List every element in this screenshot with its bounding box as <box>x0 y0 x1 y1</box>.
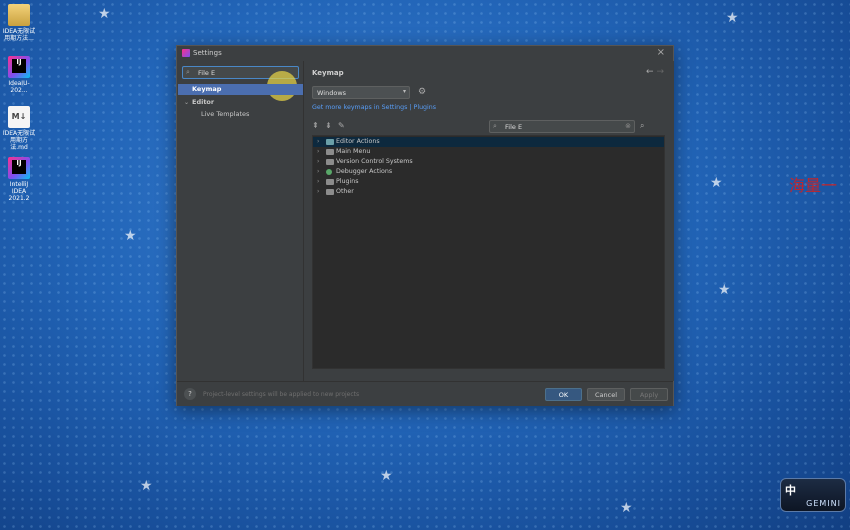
folder-icon <box>326 179 334 185</box>
tree-row-vcs[interactable]: › Version Control Systems <box>313 157 664 167</box>
get-more-keymaps-link[interactable]: Get more keymaps in Settings | Plugins <box>312 104 436 111</box>
star-decoration: ★ <box>140 478 153 494</box>
folder-icon <box>326 189 334 195</box>
intellij-logo-icon <box>182 49 190 57</box>
settings-dialog: Settings × ⌕ File E Keymap ⌄ Editor Live… <box>176 45 674 406</box>
star-decoration: ★ <box>726 10 739 26</box>
chevron-down-icon: ▾ <box>402 88 406 95</box>
sidebar-item-editor[interactable]: ⌄ Editor <box>178 97 303 108</box>
history-nav: ← → <box>646 67 664 77</box>
keymap-filter-input[interactable]: ⌕ File E ⊗ <box>489 120 635 133</box>
action-tree: › Editor Actions › Main Menu › Version C… <box>312 135 665 369</box>
tree-row-label: Plugins <box>336 178 359 185</box>
overlay-text: 海量一 <box>789 176 838 195</box>
back-arrow-icon[interactable]: ← <box>646 67 654 77</box>
chevron-right-icon[interactable]: › <box>317 147 319 157</box>
dialog-footer: ? Project-level settings will be applied… <box>177 381 673 406</box>
clear-icon[interactable]: ⊗ <box>625 122 631 130</box>
tree-row-label: Version Control Systems <box>336 158 413 165</box>
intellij-installer-icon <box>8 56 30 78</box>
tree-row-main-menu[interactable]: › Main Menu <box>313 147 664 157</box>
star-decoration: ★ <box>620 500 633 516</box>
tree-row-label: Editor Actions <box>336 138 380 145</box>
desktop-icon-idea-folder[interactable]: IDEA无限试 用期方法... <box>2 4 36 42</box>
footer-hint: Project-level settings will be applied t… <box>203 391 360 398</box>
desktop-icon-intellij[interactable]: IntelliJ IDEA 2021.2 <box>2 157 36 202</box>
apply-button[interactable]: Apply <box>630 388 668 401</box>
ime-widget[interactable]: 中 GEMINI <box>780 478 846 512</box>
desktop-icon-label: IDEA无限试 用期方法.md <box>2 130 36 151</box>
expand-all-icon[interactable]: ⇞ <box>312 121 319 130</box>
chevron-down-icon[interactable]: ⌄ <box>184 97 189 108</box>
folder-icon <box>8 4 30 26</box>
sidebar-item-live-templates[interactable]: Live Templates <box>178 109 303 120</box>
tree-row-label: Main Menu <box>336 148 371 155</box>
keymap-dropdown[interactable]: Windows ▾ <box>312 86 410 99</box>
ok-button[interactable]: OK <box>545 388 582 401</box>
chevron-right-icon[interactable]: › <box>317 177 319 187</box>
markdown-file-icon: M↓ <box>8 106 30 128</box>
find-shortcut-icon[interactable]: ⌕ <box>640 121 644 131</box>
keymap-filter-value: File E <box>505 123 523 131</box>
page-title: Keymap <box>312 69 344 77</box>
tree-row-label: Debugger Actions <box>336 168 393 175</box>
desktop-icon-markdown[interactable]: M↓ IDEA无限试 用期方法.md <box>2 106 36 151</box>
ime-mode-char: 中 <box>785 484 796 497</box>
collapse-all-icon[interactable]: ⇟ <box>325 121 332 130</box>
search-icon: ⌕ <box>493 122 497 130</box>
chevron-right-icon[interactable]: › <box>317 187 319 197</box>
folder-icon <box>326 139 334 145</box>
tree-row-debugger-actions[interactable]: › Debugger Actions <box>313 167 664 177</box>
settings-sidebar: ⌕ File E Keymap ⌄ Editor Live Templates <box>178 61 304 381</box>
gear-icon[interactable]: ⚙ <box>418 87 426 97</box>
chevron-right-icon[interactable]: › <box>317 167 319 177</box>
settings-search-value: File E <box>198 69 216 77</box>
sidebar-item-label: Editor <box>192 98 215 106</box>
desktop-icon-label: IdeaIU-202... <box>8 80 30 94</box>
tree-row-label: Other <box>336 188 354 195</box>
debug-icon <box>326 169 332 175</box>
tree-row-other[interactable]: › Other <box>313 187 664 197</box>
tree-row-editor-actions[interactable]: › Editor Actions <box>313 137 664 147</box>
star-decoration: ★ <box>380 468 393 484</box>
edit-shortcut-icon[interactable]: ✎ <box>338 121 345 130</box>
keymap-panel: Keymap ← → Windows ▾ ⚙ Get more keymaps … <box>304 61 674 381</box>
keymap-selected-value: Windows <box>317 89 347 97</box>
cancel-button[interactable]: Cancel <box>587 388 625 401</box>
help-icon[interactable]: ? <box>184 388 196 400</box>
sidebar-item-label: Keymap <box>192 85 222 93</box>
star-decoration: ★ <box>98 6 111 22</box>
forward-arrow-icon[interactable]: → <box>656 67 664 77</box>
star-decoration: ★ <box>718 282 731 298</box>
desktop-icon-label: IDEA无限试 用期方法... <box>2 28 36 42</box>
search-icon: ⌕ <box>186 68 190 76</box>
sidebar-item-keymap[interactable]: Keymap <box>178 84 303 95</box>
chevron-right-icon[interactable]: › <box>317 137 319 147</box>
close-icon[interactable]: × <box>657 47 665 58</box>
desktop-icon-label: IntelliJ IDEA 2021.2 <box>8 181 30 202</box>
star-decoration: ★ <box>124 228 137 244</box>
intellij-idea-icon <box>8 157 30 179</box>
folder-icon <box>326 159 334 165</box>
ime-brand: GEMINI <box>806 499 841 508</box>
dialog-titlebar[interactable]: Settings × <box>177 46 673 61</box>
desktop-icon-idea-installer[interactable]: IdeaIU-202... <box>2 56 36 94</box>
star-decoration: ★ <box>710 175 723 191</box>
chevron-right-icon[interactable]: › <box>317 157 319 167</box>
sidebar-item-label: Live Templates <box>201 110 250 118</box>
tree-row-plugins[interactable]: › Plugins <box>313 177 664 187</box>
folder-icon <box>326 149 334 155</box>
dialog-title: Settings <box>193 49 222 57</box>
